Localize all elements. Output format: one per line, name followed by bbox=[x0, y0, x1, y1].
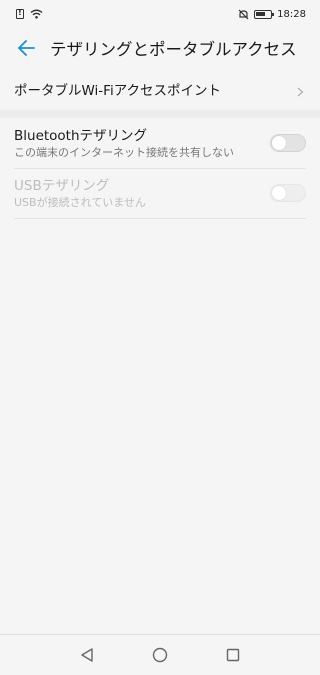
portable-wifi-hotspot-item[interactable]: ポータブルWi-Fiアクセスポイント bbox=[0, 68, 320, 110]
status-right: 18:28 bbox=[238, 9, 306, 20]
bluetooth-text: Bluetoothテザリング この端末のインターネット接続を共有しない bbox=[14, 127, 270, 160]
status-time: 18:28 bbox=[277, 8, 306, 20]
bluetooth-title: Bluetoothテザリング bbox=[14, 127, 148, 144]
recents-square-icon[interactable] bbox=[224, 646, 242, 664]
page-title: テザリングとポータブルアクセス bbox=[50, 40, 297, 59]
sim-alert-icon bbox=[16, 8, 24, 19]
back-arrow-icon[interactable] bbox=[6, 28, 46, 68]
mute-icon bbox=[238, 9, 249, 20]
usb-title: USBテザリング bbox=[14, 177, 110, 194]
usb-tethering-item: USBテザリング USBが接続されていません bbox=[0, 168, 320, 218]
battery-icon bbox=[254, 9, 275, 19]
usb-tethering-toggle bbox=[270, 184, 306, 202]
navigation-bar bbox=[0, 634, 320, 675]
bluetooth-subtitle: この端末のインターネット接続を共有しない bbox=[14, 145, 234, 159]
chevron-right-icon bbox=[294, 83, 306, 97]
bluetooth-tethering-toggle[interactable] bbox=[270, 134, 306, 152]
status-bar: 18:28 bbox=[0, 0, 320, 28]
hotspot-label: ポータブルWi-Fiアクセスポイント bbox=[14, 83, 222, 99]
bluetooth-tethering-item[interactable]: Bluetoothテザリング この端末のインターネット接続を共有しない bbox=[0, 118, 320, 168]
title-bar: テザリングとポータブルアクセス bbox=[0, 28, 320, 68]
usb-text: USBテザリング USBが接続されていません bbox=[14, 177, 270, 210]
wifi-icon bbox=[30, 9, 43, 19]
section-separator bbox=[0, 110, 320, 118]
status-left bbox=[16, 8, 43, 19]
back-triangle-icon[interactable] bbox=[78, 646, 96, 664]
usb-subtitle: USBが接続されていません bbox=[14, 195, 146, 209]
divider bbox=[14, 218, 306, 219]
home-circle-icon[interactable] bbox=[151, 646, 169, 664]
